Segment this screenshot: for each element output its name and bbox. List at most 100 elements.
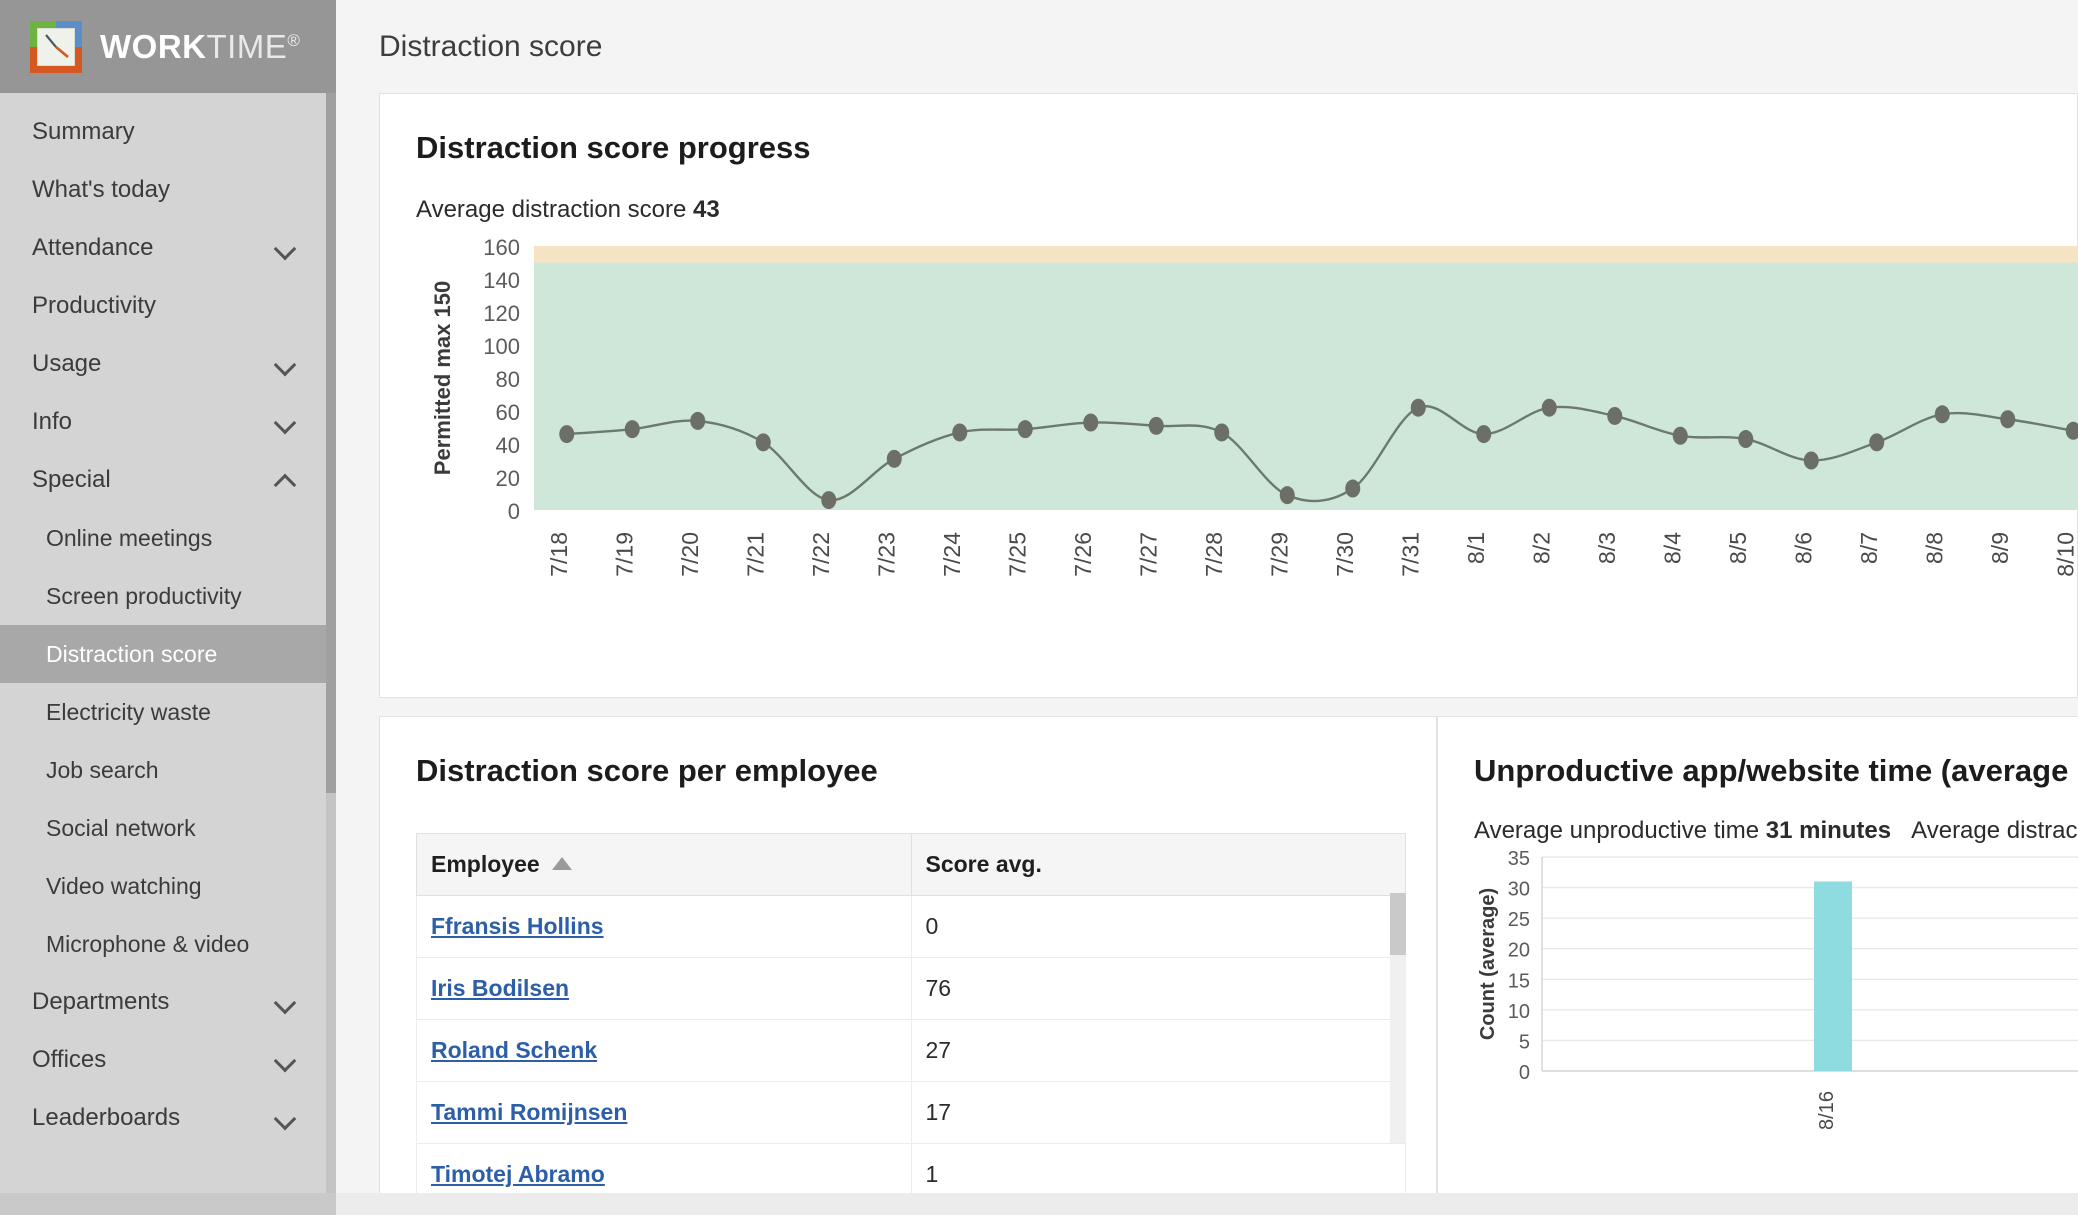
sidebar-item-online-meetings[interactable]: Online meetings xyxy=(0,509,336,567)
x-tick-label: 7/29 xyxy=(1266,532,1292,577)
employee-link[interactable]: Tammi Romijnsen xyxy=(431,1099,627,1125)
data-point-marker[interactable] xyxy=(1476,425,1492,444)
chevron-down-icon xyxy=(276,992,296,1012)
data-point-marker[interactable] xyxy=(1541,398,1557,417)
brand-logo-area[interactable]: WORKTIME® xyxy=(0,0,336,93)
distraction-per-employee-card: Distraction score per employee Employee … xyxy=(379,716,1437,1215)
sidebar-item-microphone-video[interactable]: Microphone & video xyxy=(0,915,336,973)
sidebar-item-info[interactable]: Info xyxy=(0,393,336,451)
chart-band-goal-not-met xyxy=(534,246,2078,263)
employee-link[interactable]: Iris Bodilsen xyxy=(431,975,569,1001)
data-point-marker[interactable] xyxy=(1017,420,1033,439)
sidebar-item-label: Video watching xyxy=(46,872,202,899)
average-score-label: Average distraction score xyxy=(416,196,687,223)
employee-table-title: Distraction score per employee xyxy=(416,753,878,788)
x-tick-label: 7/30 xyxy=(1332,532,1358,577)
unproductive-time-bar-chart[interactable]: 0 5 10 15 20 25 30 35 Count (average) 8/16 xyxy=(1474,845,2078,1175)
registered-mark-icon: ® xyxy=(287,31,301,50)
data-point-marker[interactable] xyxy=(1934,405,1950,424)
column-header-score[interactable]: Score avg. xyxy=(910,833,1406,896)
sidebar-item-what-s-today[interactable]: What's today xyxy=(0,161,336,219)
sidebar-item-label: Job search xyxy=(46,756,159,783)
sidebar: WORKTIME® Summary What's today Attendance P… xyxy=(0,0,336,1215)
page-bottom-strip xyxy=(336,1193,2078,1215)
sidebar-item-leaderboards[interactable]: Leaderboards xyxy=(0,1089,336,1147)
sidebar-item-label: Summary xyxy=(32,118,135,145)
sidebar-item-productivity[interactable]: Productivity xyxy=(0,277,336,335)
employee-link[interactable]: Roland Schenk xyxy=(431,1037,597,1063)
sidebar-item-social-network[interactable]: Social network xyxy=(0,799,336,857)
y-tick-label: 100 xyxy=(483,334,520,359)
sidebar-item-summary[interactable]: Summary xyxy=(0,103,336,161)
data-point-marker[interactable] xyxy=(1279,486,1295,505)
employee-link[interactable]: Timotej Abramo xyxy=(431,1161,605,1187)
sidebar-item-electricity-waste[interactable]: Electricity waste xyxy=(0,683,336,741)
y-tick-label: 60 xyxy=(496,400,520,425)
data-point-marker[interactable] xyxy=(1803,451,1819,470)
bar[interactable] xyxy=(1814,881,1852,1071)
data-point-marker[interactable] xyxy=(952,423,968,442)
x-tick-label: 7/23 xyxy=(873,532,899,577)
sidebar-item-offices[interactable]: Offices xyxy=(0,1031,336,1089)
table-scrollbar[interactable] xyxy=(1390,893,1406,1143)
sidebar-item-label: Offices xyxy=(32,1046,107,1073)
sidebar-item-label: Electricity waste xyxy=(46,698,211,725)
chevron-down-icon xyxy=(276,1108,296,1128)
y-tick-label: 35 xyxy=(1508,848,1530,870)
y-tick-label: 15 xyxy=(1508,970,1530,992)
data-point-marker[interactable] xyxy=(1345,479,1361,498)
cell-score: 27 xyxy=(910,1019,1406,1082)
table-row: Iris Bodilsen 76 xyxy=(416,957,1406,1020)
sidebar-item-label: Online meetings xyxy=(46,524,213,551)
data-point-marker[interactable] xyxy=(1083,413,1099,432)
data-point-marker[interactable] xyxy=(755,433,771,452)
y-tick-label: 120 xyxy=(483,301,520,326)
sidebar-item-attendance[interactable]: Attendance xyxy=(0,219,336,277)
y-axis-title: Permitted max 150 xyxy=(430,281,455,475)
sidebar-item-distraction-score[interactable]: Distraction score xyxy=(0,625,336,683)
data-point-marker[interactable] xyxy=(1148,416,1164,435)
table-row: Roland Schenk 27 xyxy=(416,1019,1406,1082)
sidebar-item-label: Departments xyxy=(32,988,170,1015)
sidebar-item-label: Usage xyxy=(32,350,102,377)
x-tick-label: 7/18 xyxy=(546,532,572,577)
column-header-employee[interactable]: Employee xyxy=(416,833,912,896)
data-point-marker[interactable] xyxy=(821,491,837,510)
sidebar-bottom-strip xyxy=(0,1193,336,1215)
sidebar-nav: Summary What's today Attendance Productivit… xyxy=(0,93,336,1147)
chevron-down-icon xyxy=(276,238,296,258)
data-point-marker[interactable] xyxy=(2000,410,2016,429)
x-tick-label: 8/16 xyxy=(1816,1091,1838,1130)
sidebar-item-screen-productivity[interactable]: Screen productivity xyxy=(0,567,336,625)
data-point-marker[interactable] xyxy=(1869,433,1885,452)
sidebar-scrollbar[interactable] xyxy=(326,93,336,1215)
data-point-marker[interactable] xyxy=(1214,423,1230,442)
x-tick-label: 8/9 xyxy=(1987,532,2013,564)
data-point-marker[interactable] xyxy=(559,425,575,444)
sidebar-item-special[interactable]: Special xyxy=(0,451,336,509)
employee-link[interactable]: Ffransis Hollins xyxy=(431,913,604,939)
x-tick-label: 8/2 xyxy=(1528,532,1554,564)
worktime-logo-icon xyxy=(30,20,82,73)
sidebar-item-label: Microphone & video xyxy=(46,930,250,957)
sidebar-item-video-watching[interactable]: Video watching xyxy=(0,857,336,915)
data-point-marker[interactable] xyxy=(1410,398,1426,417)
data-point-marker[interactable] xyxy=(886,449,902,468)
sidebar-item-departments[interactable]: Departments xyxy=(0,973,336,1031)
distraction-score-line-chart[interactable]: 0 20 40 60 80 100 120 140 160 Permitted max 150 7/… xyxy=(416,235,2078,668)
brand-title: WORKTIME® xyxy=(100,30,300,63)
main-content: Distraction score Distraction score prog… xyxy=(336,0,2078,1215)
sidebar-item-usage[interactable]: Usage xyxy=(0,335,336,393)
data-point-marker[interactable] xyxy=(1672,426,1688,445)
sidebar-item-label: Attendance xyxy=(32,234,154,261)
unproductive-time-card: Unproductive app/website time (average A… xyxy=(1437,716,2078,1215)
x-tick-label: 8/10 xyxy=(2052,532,2078,577)
data-point-marker[interactable] xyxy=(624,420,640,439)
data-point-marker[interactable] xyxy=(1607,406,1623,425)
distraction-progress-card: Distraction score progress Average distr… xyxy=(379,93,2078,860)
data-point-marker[interactable] xyxy=(690,411,706,430)
data-point-marker[interactable] xyxy=(1738,430,1754,449)
sidebar-item-job-search[interactable]: Job search xyxy=(0,741,336,799)
sidebar-item-label: Productivity xyxy=(32,292,157,319)
y-tick-label: 10 xyxy=(1508,1001,1530,1023)
